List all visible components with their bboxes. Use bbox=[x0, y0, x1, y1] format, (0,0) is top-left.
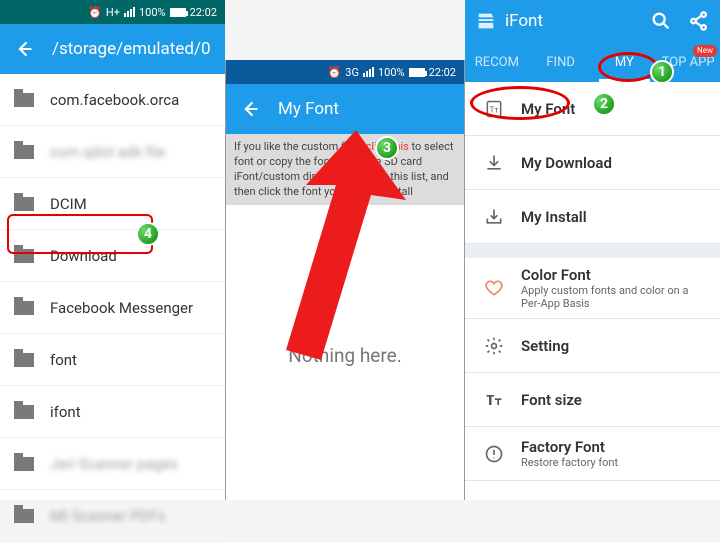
menu-item-title: My Install bbox=[521, 208, 587, 226]
alert-icon bbox=[483, 444, 505, 464]
step-badge-4: 4 bbox=[136, 222, 160, 246]
menu-item-my-install[interactable]: My Install bbox=[465, 190, 720, 244]
breadcrumb-path: /storage/emulated/0 bbox=[52, 39, 211, 59]
info-banner: If you like the custom font, click this … bbox=[226, 134, 464, 205]
menu-item-title: Font size bbox=[521, 391, 582, 409]
menu-item-my-download[interactable]: My Download bbox=[465, 136, 720, 190]
folder-label: com qdot adk file bbox=[50, 143, 165, 161]
download-icon bbox=[483, 153, 505, 173]
ifont-tabs: RECOMFINDMYTOP APPNew bbox=[465, 42, 720, 82]
menu-item-subtitle: Apply custom fonts and color on a Per-Ap… bbox=[521, 284, 702, 310]
folder-label: Facebook Messenger bbox=[50, 299, 193, 317]
folder-icon bbox=[14, 301, 34, 315]
folder-icon bbox=[14, 249, 34, 263]
folder-row[interactable]: Download bbox=[0, 230, 225, 282]
step-badge-3: 3 bbox=[375, 136, 399, 160]
menu-item-factory-font[interactable]: Factory FontRestore factory font bbox=[465, 427, 720, 481]
net-label: H+ bbox=[106, 6, 120, 19]
gear-icon bbox=[483, 336, 505, 356]
menu-item-title: Factory Font bbox=[521, 438, 618, 456]
menu-item-title: Color Font bbox=[521, 266, 702, 284]
menu-item-title: My Font bbox=[521, 100, 575, 118]
folder-row[interactable]: ifont bbox=[0, 386, 225, 438]
back-icon[interactable] bbox=[240, 99, 260, 119]
font-file-icon: Tт bbox=[483, 99, 505, 119]
folder-icon bbox=[14, 405, 34, 419]
folder-row[interactable]: Facebook Messenger bbox=[0, 282, 225, 334]
tab-recom[interactable]: RECOM bbox=[465, 42, 529, 82]
ifont-topbar: iFont bbox=[465, 0, 720, 42]
search-icon[interactable] bbox=[650, 10, 672, 32]
folder-icon bbox=[14, 93, 34, 107]
batt-pct: 100% bbox=[139, 6, 166, 19]
menu-item-title: My Download bbox=[521, 154, 612, 172]
install-icon bbox=[483, 207, 505, 227]
signal-icon bbox=[363, 67, 374, 77]
menu-item-subtitle: Restore factory font bbox=[521, 456, 618, 469]
svg-text:Tт: Tт bbox=[490, 105, 499, 115]
status-bar: ⏰ H+ 100% 22:02 bbox=[0, 0, 225, 24]
clock: 22:02 bbox=[429, 66, 456, 79]
alarm-icon: ⏰ bbox=[88, 6, 102, 19]
folder-icon bbox=[14, 353, 34, 367]
app-logo-icon bbox=[475, 10, 497, 32]
appbar-myfont: My Font bbox=[226, 84, 464, 134]
step-badge-2: 2 bbox=[592, 92, 616, 116]
menu-item-setting[interactable]: Setting bbox=[465, 319, 720, 373]
folder-row[interactable]: font bbox=[0, 334, 225, 386]
folder-label: Download bbox=[50, 247, 117, 265]
folder-label: DCIM bbox=[50, 195, 87, 213]
folder-row[interactable]: DCIM bbox=[0, 178, 225, 230]
textsize-icon bbox=[483, 390, 505, 410]
clock: 22:02 bbox=[190, 6, 217, 19]
folder-row[interactable]: Jeri Scanner pages bbox=[0, 438, 225, 490]
share-icon[interactable] bbox=[688, 10, 710, 32]
back-icon[interactable] bbox=[14, 39, 34, 59]
folder-label: Mt Scanner PDFs bbox=[50, 507, 165, 525]
folder-list: com.facebook.orca com qdot adk file DCIM Do… bbox=[0, 74, 225, 542]
battery-icon bbox=[170, 8, 186, 17]
step-badge-1: 1 bbox=[650, 60, 674, 84]
folder-icon bbox=[14, 145, 34, 159]
tab-find[interactable]: FIND bbox=[529, 42, 593, 82]
folder-icon bbox=[14, 197, 34, 211]
ifont-pane: iFont RECOMFINDMYTOP APPNew Tт My Font My … bbox=[465, 0, 720, 500]
folder-label: com.facebook.orca bbox=[50, 91, 179, 109]
battery-icon bbox=[409, 68, 425, 77]
menu-separator bbox=[465, 244, 720, 258]
folder-row[interactable]: com.facebook.orca bbox=[0, 74, 225, 126]
batt-pct: 100% bbox=[378, 66, 405, 79]
empty-state: Nothing here. bbox=[226, 205, 464, 500]
myfont-pane: ⏰ 3G 100% 22:02 My Font If you like the … bbox=[225, 60, 465, 500]
folder-row[interactable]: Mt Scanner PDFs bbox=[0, 490, 225, 542]
heart-icon bbox=[483, 278, 505, 298]
file-browser-pane: ⏰ H+ 100% 22:02 /storage/emulated/0 com.… bbox=[0, 0, 225, 500]
ifont-menu: Tт My Font My Download My Install Color Font… bbox=[465, 82, 720, 481]
folder-label: ifont bbox=[50, 403, 81, 421]
folder-label: font bbox=[50, 351, 77, 369]
folder-row[interactable]: com qdot adk file bbox=[0, 126, 225, 178]
info-text: If you like the custom font, bbox=[234, 140, 366, 153]
net-label: 3G bbox=[345, 66, 359, 79]
menu-item-font-size[interactable]: Font size bbox=[465, 373, 720, 427]
app-title: iFont bbox=[505, 11, 642, 31]
page-title: My Font bbox=[278, 99, 339, 119]
empty-text: Nothing here. bbox=[288, 344, 401, 367]
folder-label: Jeri Scanner pages bbox=[50, 455, 178, 473]
menu-item-title: Setting bbox=[521, 337, 569, 355]
alarm-icon: ⏰ bbox=[328, 66, 342, 79]
folder-icon bbox=[14, 457, 34, 471]
menu-item-color-font[interactable]: Color FontApply custom fonts and color o… bbox=[465, 258, 720, 319]
tab-my[interactable]: MY bbox=[593, 42, 657, 82]
signal-icon bbox=[124, 7, 135, 17]
new-badge: New bbox=[693, 45, 717, 57]
folder-icon bbox=[14, 509, 34, 523]
appbar-path: /storage/emulated/0 bbox=[0, 24, 225, 74]
status-bar: ⏰ 3G 100% 22:02 bbox=[226, 60, 464, 84]
